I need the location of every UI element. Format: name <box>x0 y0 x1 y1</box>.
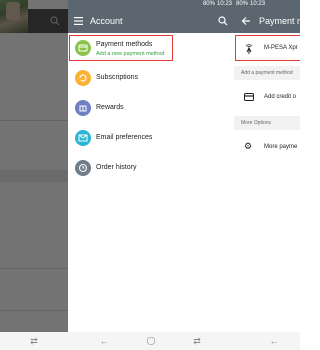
time-label: 10:23 <box>216 1 232 7</box>
battery-label: 80% <box>236 1 249 7</box>
drawer-scrim <box>0 0 68 332</box>
rewards-icon <box>75 100 91 116</box>
email-icon <box>75 130 91 146</box>
menu-item-label: Email preferences <box>96 134 153 141</box>
payment-methods-screen: 80% 10:23 Payment m M-PESA Xpr Add a pay… <box>234 0 300 350</box>
gear-icon: ⚙ <box>244 141 253 151</box>
battery-label: 80% <box>36 1 49 7</box>
more-payment-option[interactable]: ⚙ More payme <box>234 132 300 162</box>
menu-item-email-preferences[interactable]: Email preferences <box>68 124 234 152</box>
time-label: 10:23 <box>250 1 266 7</box>
nav-bar: ⇄ <box>0 332 68 350</box>
search-icon[interactable] <box>50 16 60 26</box>
menu-item-label: Order history <box>96 164 137 171</box>
account-drawer: 80% 10:23 Account Payment methods Add a … <box>68 0 234 350</box>
battery-label: 80% <box>202 1 215 7</box>
section-header: Add a payment method <box>234 66 300 80</box>
recents-icon[interactable]: ⇄ <box>28 335 40 347</box>
menu-item-order-history[interactable]: Order history <box>68 154 234 182</box>
section-band <box>0 170 68 182</box>
recents-icon[interactable]: ⇄ <box>191 335 203 347</box>
history-icon <box>75 160 91 176</box>
back-icon[interactable]: ← <box>98 335 110 347</box>
status-bar: 80% 10:23 <box>234 0 300 9</box>
home-icon[interactable]: ◯ <box>145 335 157 347</box>
nav-bar: ← <box>234 332 300 350</box>
more-payment-label: More payme <box>264 144 298 150</box>
highlight-box <box>235 35 300 61</box>
menu-item-label: Rewards <box>96 104 124 111</box>
credit-card-icon <box>244 93 254 101</box>
app-bar: Account <box>68 9 234 33</box>
left-panel-scrim[interactable]: 80% 10:23 ⇄ <box>0 0 68 350</box>
back-icon[interactable]: ← <box>268 335 280 347</box>
divider <box>0 310 68 311</box>
section-header-label: Add a payment method <box>241 70 293 76</box>
status-bar: 80% 10:23 <box>68 0 234 9</box>
menu-icon[interactable] <box>74 17 83 25</box>
back-arrow-icon[interactable] <box>241 16 251 26</box>
menu-item-subscriptions[interactable]: Subscriptions <box>68 64 234 92</box>
divider <box>0 120 68 121</box>
add-credit-card-option[interactable]: Add credit o <box>234 82 300 114</box>
menu-item-rewards[interactable]: Rewards <box>68 94 234 122</box>
page-title: Payment m <box>259 16 300 26</box>
search-icon[interactable] <box>218 16 228 26</box>
highlight-box <box>69 35 173 61</box>
status-bar: 80% 10:23 <box>0 0 68 9</box>
app-bar: Payment m <box>234 9 300 33</box>
time-label: 10:23 <box>50 1 66 7</box>
section-header: More Options <box>234 116 300 130</box>
nav-bar: ← ◯ ⇄ <box>68 332 234 350</box>
menu-item-label: Subscriptions <box>96 74 139 81</box>
page-title: Account <box>90 16 123 26</box>
subscriptions-icon <box>75 70 91 86</box>
section-header-label: More Options <box>241 120 272 126</box>
app-bar <box>28 9 68 33</box>
add-credit-label: Add credit o <box>264 94 297 100</box>
divider <box>0 268 68 269</box>
